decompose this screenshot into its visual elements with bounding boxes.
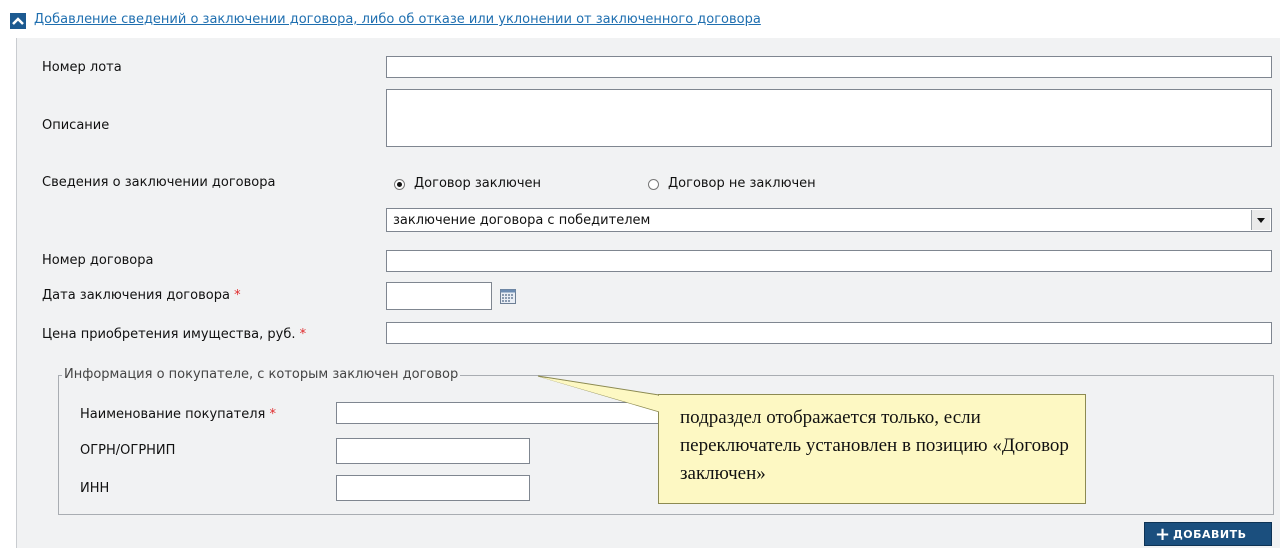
add-button[interactable]: + ДОБАВИТЬ (1144, 522, 1272, 546)
annotation-text: подраздел отображается только, если пере… (680, 407, 1069, 484)
plus-icon: + (1155, 524, 1171, 545)
callout-pointer-cover (540, 377, 678, 417)
add-button-label: ДОБАВИТЬ (1173, 528, 1247, 541)
